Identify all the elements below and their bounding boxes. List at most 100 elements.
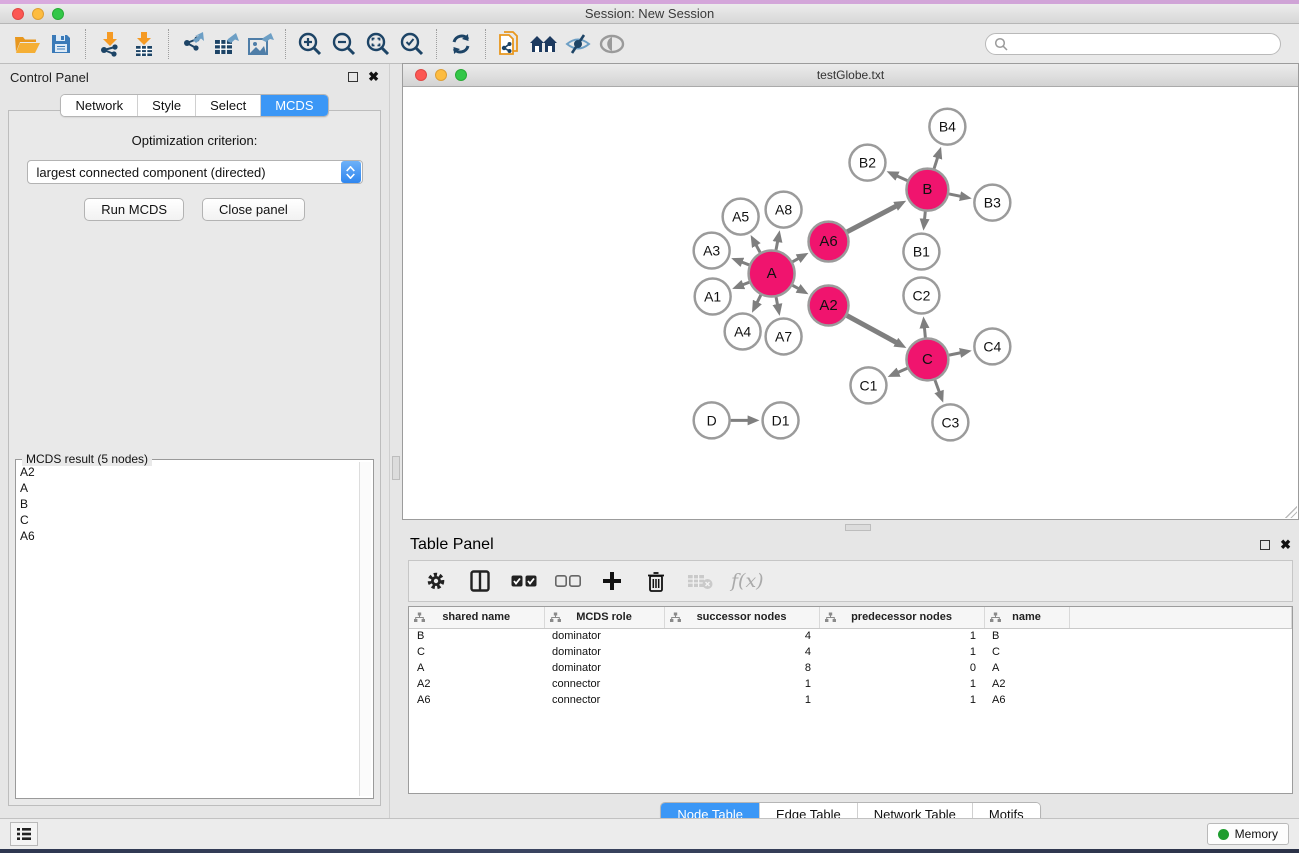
- table-close-panel-icon[interactable]: ✖: [1280, 540, 1291, 550]
- node-D1[interactable]: D1: [763, 402, 799, 438]
- status-bar: Memory: [0, 818, 1299, 849]
- horizontal-splitter-handle[interactable]: [845, 524, 871, 531]
- tab-mcds[interactable]: MCDS: [260, 95, 327, 116]
- criterion-dropdown[interactable]: largest connected component (directed): [27, 160, 363, 184]
- deselect-all-button[interactable]: [555, 567, 581, 595]
- node-B2[interactable]: B2: [850, 145, 886, 181]
- edge-C-C4[interactable]: [949, 353, 962, 356]
- vertical-splitter-handle[interactable]: [392, 456, 400, 480]
- node-C3[interactable]: C3: [932, 404, 968, 440]
- float-panel-icon[interactable]: [348, 72, 358, 82]
- search-input[interactable]: [1008, 37, 1272, 51]
- edge-C-C2[interactable]: [924, 326, 925, 337]
- run-mcds-button[interactable]: Run MCDS: [84, 198, 184, 221]
- edge-B-B3[interactable]: [949, 194, 962, 197]
- edge-A-A6[interactable]: [792, 258, 799, 262]
- add-column-button[interactable]: [599, 567, 625, 595]
- tab-network[interactable]: Network: [61, 95, 137, 116]
- edge-A-A1[interactable]: [742, 282, 750, 285]
- close-panel-icon[interactable]: ✖: [368, 72, 379, 82]
- list-icon: [16, 827, 32, 841]
- memory-button[interactable]: Memory: [1207, 823, 1289, 845]
- tab-select[interactable]: Select: [195, 95, 260, 116]
- table-row[interactable]: Bdominator41B: [409, 628, 1292, 644]
- toggle-column-view-button[interactable]: [467, 567, 493, 595]
- export-network-button[interactable]: [176, 28, 210, 60]
- column-header-successor-nodes[interactable]: successor nodes: [664, 607, 819, 628]
- cell-shared-name: C: [409, 644, 544, 660]
- node-C[interactable]: C: [906, 338, 948, 380]
- node-A1[interactable]: A1: [695, 279, 731, 315]
- window-resize-grip[interactable]: [1285, 506, 1297, 518]
- edge-C-C1[interactable]: [897, 368, 907, 373]
- save-session-button[interactable]: [44, 28, 78, 60]
- delete-table-icon: [687, 572, 713, 590]
- delete-column-button[interactable]: [643, 567, 669, 595]
- edge-A6-B[interactable]: [847, 205, 897, 231]
- column-header-MCDS-role[interactable]: MCDS role: [544, 607, 664, 628]
- delete-table-button: [687, 567, 713, 595]
- import-network-button[interactable]: [93, 28, 127, 60]
- node-B1[interactable]: B1: [903, 234, 939, 270]
- edge-A-A7[interactable]: [776, 297, 778, 306]
- export-network-icon: [180, 31, 206, 57]
- table-row[interactable]: A2connector11A2: [409, 676, 1292, 692]
- column-header-shared-name[interactable]: shared name: [409, 607, 544, 628]
- home-button[interactable]: [527, 28, 561, 60]
- node-A3[interactable]: A3: [694, 233, 730, 269]
- cell-successor-nodes: 4: [664, 644, 819, 660]
- result-scrollbar[interactable]: [359, 462, 371, 796]
- node-A7[interactable]: A7: [766, 318, 802, 354]
- column-header-name[interactable]: name: [984, 607, 1069, 628]
- node-A5[interactable]: A5: [723, 199, 759, 235]
- node-C2[interactable]: C2: [903, 278, 939, 314]
- edge-A-A8[interactable]: [776, 240, 778, 250]
- select-all-button[interactable]: [511, 567, 537, 595]
- column-header-predecessor-nodes[interactable]: predecessor nodes: [819, 607, 984, 628]
- zoom-in-button[interactable]: [293, 28, 327, 60]
- edge-A-A5[interactable]: [755, 244, 760, 253]
- node-A2[interactable]: A2: [809, 286, 849, 326]
- edge-B-B4[interactable]: [934, 156, 938, 168]
- birdseye-view-button[interactable]: [595, 28, 629, 60]
- node-B3[interactable]: B3: [974, 185, 1010, 221]
- table-row[interactable]: Cdominator41C: [409, 644, 1292, 660]
- table-row[interactable]: Adominator80A: [409, 660, 1292, 676]
- close-panel-button[interactable]: Close panel: [202, 198, 305, 221]
- network-canvas[interactable]: A A6 A2 B C A5A8 A3 A1A4 A7 B4 B2 B3 B1 C2 C4 C1 C3 D D1: [404, 88, 1297, 518]
- task-history-button[interactable]: [10, 822, 38, 846]
- table-float-panel-icon[interactable]: [1260, 540, 1270, 550]
- edge-A-A2[interactable]: [792, 285, 799, 289]
- edge-A-A3[interactable]: [741, 262, 750, 265]
- zoom-out-button[interactable]: [327, 28, 361, 60]
- node-A6[interactable]: A6: [809, 222, 849, 262]
- clone-network-button[interactable]: [493, 28, 527, 60]
- node-B4[interactable]: B4: [929, 109, 965, 145]
- node-A8[interactable]: A8: [766, 192, 802, 228]
- cell-name: A6: [984, 692, 1069, 708]
- node-D[interactable]: D: [694, 402, 730, 438]
- node-B[interactable]: B: [906, 169, 948, 211]
- cell-predecessor-nodes: 1: [819, 676, 984, 692]
- table-row[interactable]: A6connector11A6: [409, 692, 1292, 708]
- edge-C-C3[interactable]: [935, 380, 940, 393]
- edge-B-B1[interactable]: [924, 212, 925, 221]
- edge-A2-C[interactable]: [847, 316, 898, 344]
- refresh-button[interactable]: [444, 28, 478, 60]
- node-A[interactable]: A: [749, 251, 795, 297]
- import-table-button[interactable]: [127, 28, 161, 60]
- node-A4[interactable]: A4: [725, 313, 761, 349]
- hide-graphics-details-button[interactable]: [561, 28, 595, 60]
- edge-A-A4[interactable]: [756, 295, 760, 304]
- table-settings-button[interactable]: [423, 567, 449, 595]
- zoom-fit-button[interactable]: [361, 28, 395, 60]
- tab-style[interactable]: Style: [137, 95, 195, 116]
- open-session-button[interactable]: [10, 28, 44, 60]
- node-C1[interactable]: C1: [851, 367, 887, 403]
- node-C4[interactable]: C4: [974, 328, 1010, 364]
- export-image-button[interactable]: [244, 28, 278, 60]
- svg-text:A4: A4: [734, 323, 751, 339]
- edge-B-B2[interactable]: [896, 175, 908, 180]
- export-table-button[interactable]: [210, 28, 244, 60]
- zoom-selected-button[interactable]: [395, 28, 429, 60]
